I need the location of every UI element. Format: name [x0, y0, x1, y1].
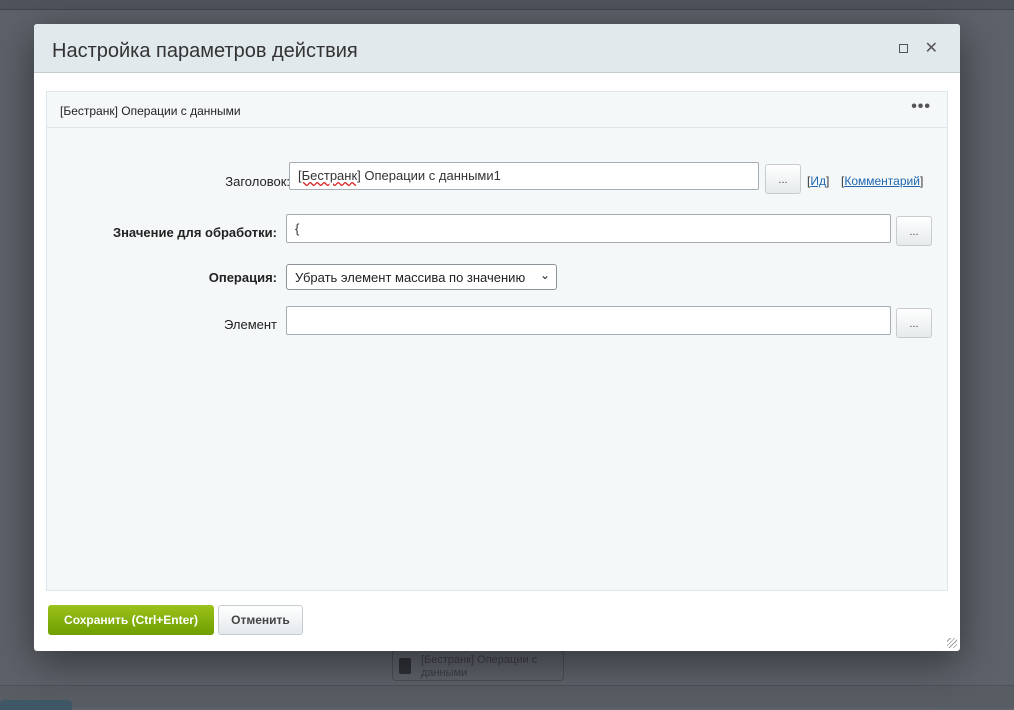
cancel-button[interactable]: Отменить: [218, 605, 303, 635]
title-value-rest: Операции с данными1: [360, 168, 501, 183]
dialog-title: Настройка параметров действия: [52, 40, 358, 62]
node-icon: [399, 658, 411, 674]
panel-header: [Бестранк] Операции с данными •••: [47, 92, 947, 128]
element-input[interactable]: [286, 306, 891, 335]
value-label: Значение для обработки:: [112, 225, 277, 240]
close-icon[interactable]: ✕: [925, 38, 938, 58]
title-label: Заголовок:: [225, 174, 290, 189]
save-button[interactable]: Сохранить (Ctrl+Enter): [48, 605, 214, 635]
background-workflow-node[interactable]: [Бестранк] Операции с данными: [392, 650, 564, 681]
bottom-button[interactable]: [0, 700, 72, 710]
title-value-prefix: [Бестранк]: [298, 168, 361, 183]
comment-link-wrap: [Комментарий]: [841, 174, 924, 188]
operation-label: Операция:: [208, 270, 277, 285]
operation-value: Убрать элемент массива по значению: [295, 270, 526, 285]
node-label: [Бестранк] Операции с данными: [421, 654, 538, 679]
title-input[interactable]: [Бестранк] Операции с данными1: [289, 162, 759, 190]
operation-select[interactable]: Убрать элемент массива по значению ⌄: [286, 264, 557, 290]
value-more-button[interactable]: ...: [896, 216, 932, 246]
top-bar: [0, 0, 1014, 10]
id-link[interactable]: Ид: [810, 174, 826, 188]
dialog-header: Настройка параметров действия ✕: [34, 24, 960, 73]
id-link-wrap: [Ид]: [807, 174, 830, 188]
element-more-button[interactable]: ...: [896, 308, 932, 338]
element-label: Элемент: [223, 317, 277, 332]
comment-link[interactable]: Комментарий: [844, 174, 920, 188]
title-more-button[interactable]: ...: [765, 164, 801, 194]
resize-grip-icon[interactable]: [947, 638, 957, 648]
panel-title: [Бестранк] Операции с данными: [60, 104, 241, 118]
maximize-icon[interactable]: [899, 44, 908, 53]
value-textarea[interactable]: {: [286, 214, 891, 243]
bottom-bar: [0, 685, 1014, 708]
chevron-down-icon: ⌄: [539, 268, 550, 282]
action-settings-dialog: Настройка параметров действия ✕ [Бестран…: [34, 24, 960, 651]
settings-panel: [Бестранк] Операции с данными ••• Заголо…: [46, 91, 948, 591]
more-icon[interactable]: •••: [911, 98, 931, 116]
